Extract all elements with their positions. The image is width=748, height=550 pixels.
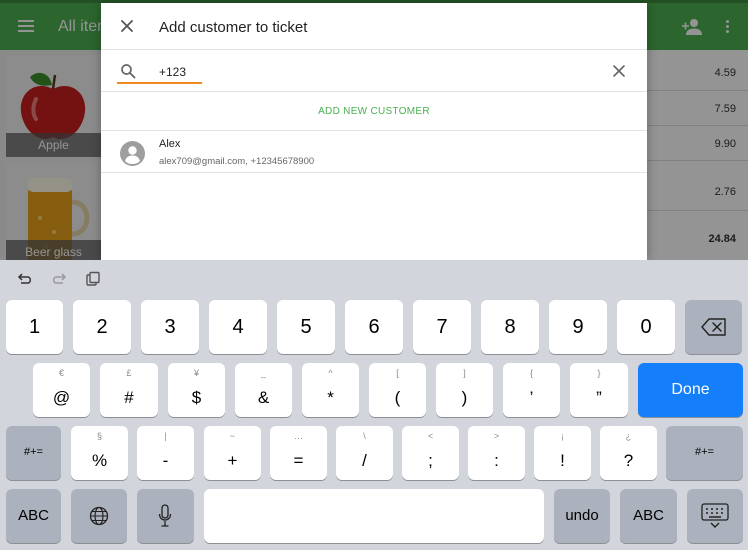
key-4[interactable]: 4 <box>209 300 267 354</box>
add-new-customer-button[interactable]: ADD NEW CUSTOMER <box>101 93 647 131</box>
done-key[interactable]: Done <box>638 363 743 417</box>
key-ampersand[interactable]: _ & <box>235 363 292 417</box>
abc-key[interactable]: ABC <box>6 489 61 543</box>
avatar-icon <box>120 141 145 166</box>
customer-contact: alex709@gmail.com, +12345678900 <box>159 156 315 167</box>
key-semicolon[interactable]: <; <box>402 426 459 480</box>
add-customer-dialog: Add customer to ticket ADD NEW CUSTOMER … <box>101 3 647 260</box>
key-8[interactable]: 8 <box>481 300 539 354</box>
key-minus[interactable]: | - <box>137 426 194 480</box>
key-exclamation[interactable]: ¡! <box>534 426 591 480</box>
key-dollar[interactable]: ¥ $ <box>168 363 225 417</box>
key-plus[interactable]: ~ + <box>204 426 261 480</box>
key-5[interactable]: 5 <box>277 300 335 354</box>
key-equals[interactable]: … = <box>270 426 327 480</box>
microphone-icon <box>158 504 172 527</box>
undo-key[interactable]: undo <box>554 489 610 543</box>
key-apostrophe[interactable]: {’ <box>503 363 560 417</box>
hide-keyboard-icon <box>701 503 729 528</box>
key-3[interactable]: 3 <box>141 300 199 354</box>
key-1[interactable]: 1 <box>6 300 63 354</box>
dialog-title: Add customer to ticket <box>159 19 308 36</box>
space-key[interactable] <box>204 489 544 543</box>
close-icon[interactable] <box>119 18 135 34</box>
customer-search-input[interactable] <box>159 63 579 81</box>
backspace-icon <box>701 318 726 336</box>
clear-search-icon[interactable] <box>612 64 626 78</box>
key-at[interactable]: € @ <box>33 363 90 417</box>
key-colon[interactable]: >: <box>468 426 525 480</box>
key-7[interactable]: 7 <box>413 300 471 354</box>
dialog-header: Add customer to ticket <box>101 3 647 50</box>
abc-key[interactable]: ABC <box>620 489 677 543</box>
key-6[interactable]: 6 <box>345 300 403 354</box>
key-percent[interactable]: §% <box>71 426 128 480</box>
symbols-toggle-key[interactable]: #+= <box>6 426 61 480</box>
backspace-key[interactable] <box>685 300 742 354</box>
key-quote[interactable]: }” <box>570 363 628 417</box>
key-2[interactable]: 2 <box>73 300 131 354</box>
microphone-key[interactable] <box>137 489 194 543</box>
globe-icon <box>89 506 109 526</box>
key-hash[interactable]: £ # <box>100 363 158 417</box>
key-9[interactable]: 9 <box>549 300 607 354</box>
paste-icon[interactable] <box>84 270 102 288</box>
customer-list-item[interactable]: Alex alex709@gmail.com, +12345678900 <box>101 132 647 173</box>
on-screen-keyboard: 1 2 3 4 5 6 7 8 9 0 € @ £ # ¥ $ _ & ^ * [( ])… <box>0 260 748 550</box>
key-asterisk[interactable]: ^ * <box>302 363 359 417</box>
globe-key[interactable] <box>71 489 127 543</box>
key-open-paren[interactable]: [( <box>369 363 426 417</box>
customer-name: Alex <box>159 138 181 150</box>
symbols-toggle-key[interactable]: #+= <box>666 426 743 480</box>
undo-icon[interactable] <box>16 270 34 288</box>
redo-icon[interactable] <box>50 270 68 288</box>
search-icon <box>121 64 136 79</box>
customer-search-bar <box>101 51 647 92</box>
hide-keyboard-key[interactable] <box>687 489 743 543</box>
key-slash[interactable]: \ / <box>336 426 393 480</box>
search-focus-underline <box>117 82 202 84</box>
key-question[interactable]: ¿? <box>600 426 657 480</box>
key-close-paren[interactable]: ]) <box>436 363 493 417</box>
key-0[interactable]: 0 <box>617 300 675 354</box>
